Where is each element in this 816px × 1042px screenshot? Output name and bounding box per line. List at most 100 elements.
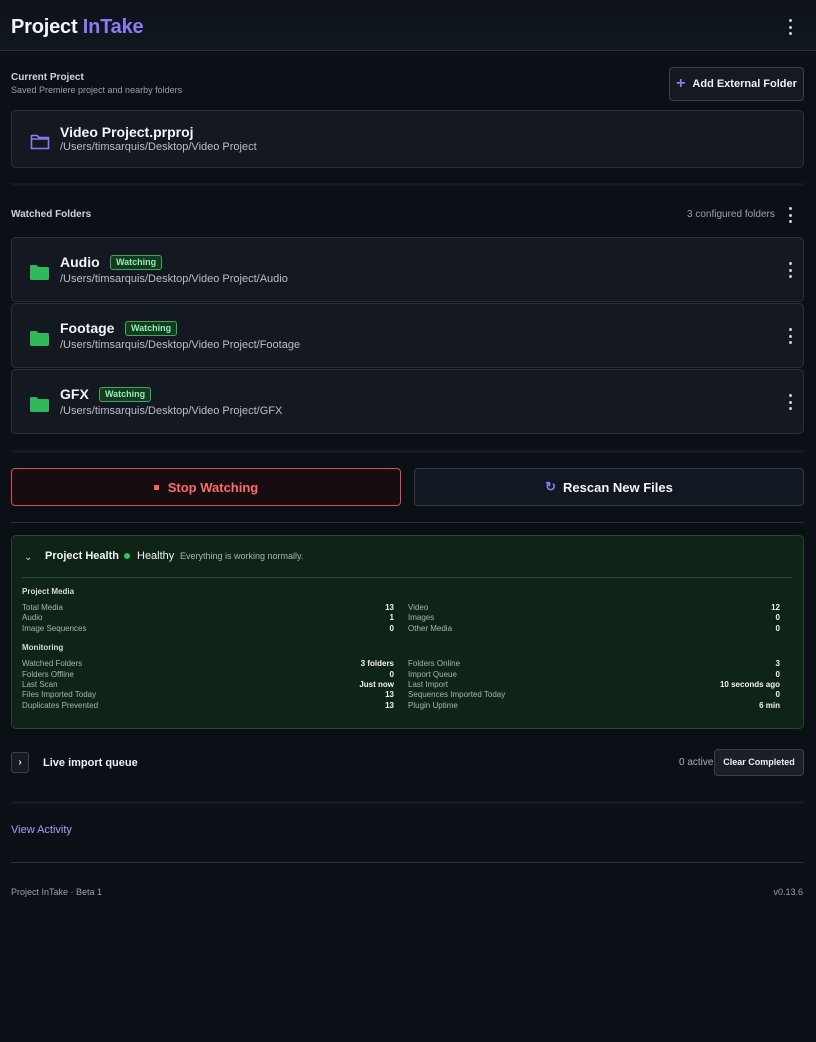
add-external-folder-button[interactable]: + Add External Folder [669,67,804,101]
stat-value: 0 [775,624,780,633]
stat-row: Folders Online 3 [408,659,780,670]
project-file-name: Video Project.prproj [60,124,194,140]
watched-folder-name: Footage [60,320,115,336]
watched-folder-name: GFX [60,386,89,402]
folder-filled-icon [30,265,49,285]
stat-value: 13 [385,690,394,699]
watched-folder-card[interactable]: Audio Watching /Users/timsarquis/Desktop… [11,237,804,302]
stat-label: Folders Online [408,659,461,668]
folder-filled-icon [30,397,49,417]
stat-label: Files Imported Today [22,690,97,699]
stat-row: Sequences Imported Today 0 [408,690,780,701]
watching-status-badge: Watching [99,387,152,402]
refresh-icon: ↻ [545,479,557,494]
stat-value: Just now [359,680,394,689]
stat-label: Watched Folders [22,659,83,668]
rescan-new-files-button[interactable]: ↻ Rescan New Files [414,468,804,506]
section-divider [11,801,804,804]
stat-label: Video [408,603,429,612]
section-divider [11,450,804,453]
stat-label: Duplicates Prevented [22,701,99,710]
app-title-main: Project [11,16,78,38]
watched-folders-heading: Watched Folders [11,209,92,220]
current-project-subtitle: Saved Premiere project and nearby folder… [11,85,183,95]
health-status-dot [124,553,130,559]
watching-status-badge: Watching [125,321,178,336]
folder-outline-icon [30,133,50,155]
project-health-title: Project Health [45,550,119,562]
stat-value: 3 folders [360,659,394,668]
watched-folders-menu-icon[interactable] [783,205,797,225]
app-title-accent: InTake [82,16,144,38]
watched-folder-card[interactable]: Footage Watching /Users/timsarquis/Deskt… [11,303,804,368]
stat-label: Other Media [408,624,453,633]
section-divider [11,522,804,523]
plus-icon: + [676,75,686,92]
stat-value: 10 seconds ago [719,680,780,689]
stat-label: Last Import [408,680,449,689]
project-path: /Users/timsarquis/Desktop/Video Project [60,141,257,153]
import-queue-count: 0 active [679,757,714,768]
watched-folders-count: 3 configured folders [687,209,775,220]
stat-label: Image Sequences [22,624,87,633]
footer-version: v0.13.6 [773,887,803,897]
stat-value: 0 [775,670,780,679]
stat-value: 1 [389,613,394,622]
app-header: Project InTake [0,0,816,51]
stat-value: 0 [775,613,780,622]
add-external-folder-label: Add External Folder [692,78,797,90]
stat-label: Audio [22,613,43,622]
stat-label: Sequences Imported Today [408,690,506,699]
stat-value: 13 [385,701,394,710]
stat-value: 0 [389,624,394,633]
footer-divider [11,862,804,863]
watched-folder-path: /Users/timsarquis/Desktop/Video Project/… [60,273,288,285]
stat-row: Files Imported Today 13 [22,690,394,701]
stat-label: Images [408,613,435,622]
folder-filled-icon [30,331,49,351]
queue-expand-button[interactable]: › [11,752,29,773]
stop-watching-button[interactable]: Stop Watching [11,468,401,506]
stat-value: 13 [385,603,394,612]
stat-value: 12 [771,603,780,612]
stat-label: Plugin Uptime [408,701,458,710]
watched-folder-card[interactable]: GFX Watching /Users/timsarquis/Desktop/V… [11,369,804,434]
project-media-heading: Project Media [22,587,75,596]
stat-row: Other Media 0 [408,624,780,635]
stat-label: Folders Offline [22,670,74,679]
stat-row: Audio 1 [22,613,394,624]
stop-icon [153,484,159,490]
stat-label: Last Scan [22,680,58,689]
health-message: Everything is working normally. [180,551,304,561]
stat-row: Plugin Uptime 6 min [408,701,780,712]
chevron-down-icon[interactable]: ⌄ [24,552,32,563]
watched-folder-path: /Users/timsarquis/Desktop/Video Project/… [60,339,301,351]
stat-value: 0 [775,690,780,699]
stat-value: 6 min [759,701,780,710]
view-activity-link[interactable]: View Activity [11,824,72,836]
stat-row: Duplicates Prevented 13 [22,701,394,712]
project-health-panel: ⌄ Project Health Healthy Everything is w… [11,535,804,729]
monitoring-heading: Monitoring [22,643,64,652]
watching-status-badge: Watching [110,255,163,270]
folder-menu-icon[interactable] [783,392,797,412]
rescan-label: Rescan New Files [563,479,673,495]
clear-completed-button[interactable]: Clear Completed [714,749,804,776]
health-divider [22,577,792,578]
stat-label: Total Media [22,603,63,612]
stop-watching-label: Stop Watching [167,479,259,495]
watched-folder-path: /Users/timsarquis/Desktop/Video Project/… [60,405,283,417]
app-menu-icon[interactable] [783,17,797,37]
import-queue-title: Live import queue [43,757,138,769]
stat-label: Import Queue [408,670,457,679]
stat-row: Images 0 [408,613,780,624]
folder-menu-icon[interactable] [783,260,797,280]
current-project-card: Video Project.prproj /Users/timsarquis/D… [11,110,804,168]
stat-row: Watched Folders 3 folders [22,659,394,670]
folder-menu-icon[interactable] [783,326,797,346]
app-title: Project InTake [11,16,144,39]
stat-row: Image Sequences 0 [22,624,394,635]
footer-product-label: Project InTake · Beta 1 [11,887,103,897]
stat-value: 3 [775,659,780,668]
stat-value: 0 [389,670,394,679]
